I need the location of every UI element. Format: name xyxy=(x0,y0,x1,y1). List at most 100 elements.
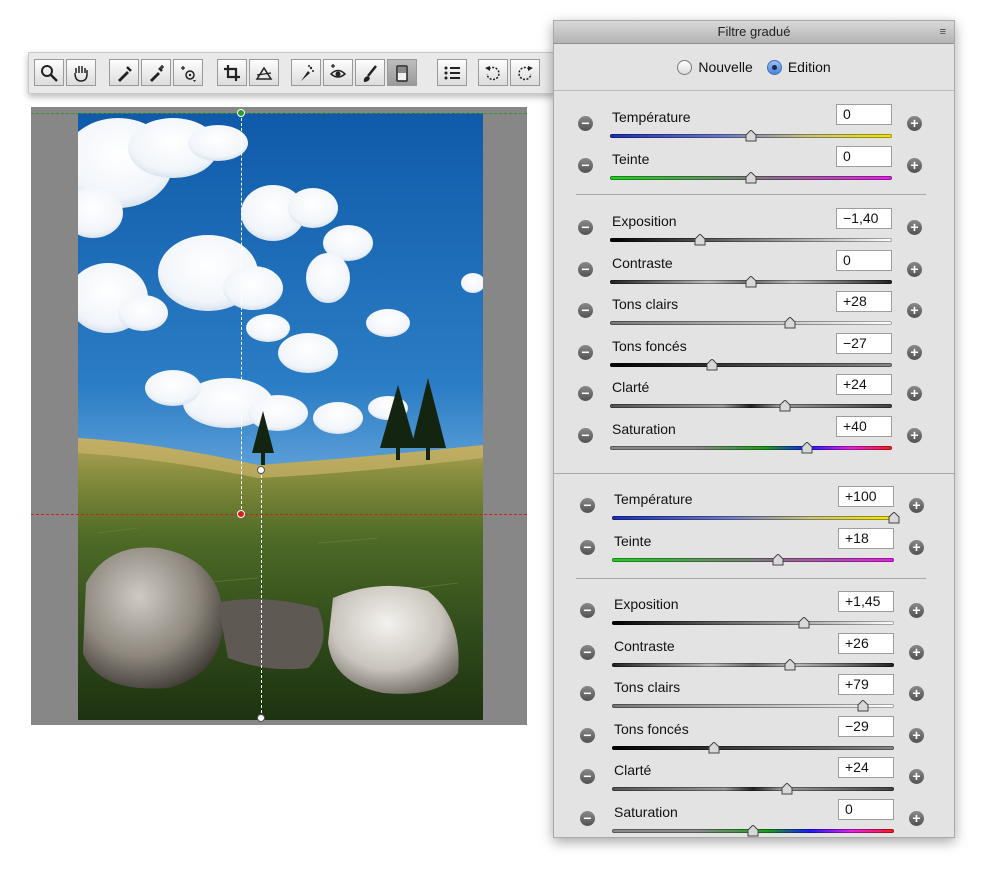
zoom-button[interactable] xyxy=(34,59,64,86)
increase-button[interactable]: + xyxy=(909,769,924,784)
filter-end-line[interactable] xyxy=(31,514,527,515)
mode-edit-option[interactable]: Edition xyxy=(766,59,831,75)
increase-button[interactable]: + xyxy=(907,220,922,235)
increase-button[interactable]: + xyxy=(907,303,922,318)
decrease-button[interactable]: − xyxy=(580,603,595,618)
slider-value-input[interactable]: −27 xyxy=(836,332,892,354)
filter-start-line[interactable] xyxy=(31,113,527,114)
slider-thumb[interactable] xyxy=(801,441,813,454)
slider-value-input[interactable]: +1,45 xyxy=(838,591,894,612)
photo-preview[interactable] xyxy=(78,113,483,720)
slider-thumb[interactable] xyxy=(798,617,810,629)
red-eye-button[interactable] xyxy=(323,59,353,86)
radio-new[interactable] xyxy=(677,59,693,75)
decrease-button[interactable]: − xyxy=(578,220,593,235)
decrease-button[interactable]: − xyxy=(580,769,595,784)
adjustment-brush-button[interactable] xyxy=(355,59,385,86)
white-balance-button[interactable] xyxy=(109,59,139,86)
decrease-button[interactable]: − xyxy=(580,686,595,701)
graduated-filter-button[interactable] xyxy=(387,59,417,86)
slider-thumb[interactable] xyxy=(745,275,757,288)
spot-removal-button[interactable] xyxy=(291,59,321,86)
slider-value-input[interactable]: +24 xyxy=(838,757,894,778)
slider-thumb[interactable] xyxy=(706,358,718,371)
decrease-button[interactable]: − xyxy=(578,157,593,173)
slider-track[interactable] xyxy=(610,362,892,367)
slider-value-input[interactable]: −1,40 xyxy=(836,208,892,229)
slider-thumb[interactable] xyxy=(694,234,706,246)
slider-value-input[interactable]: +79 xyxy=(838,674,894,695)
increase-button[interactable]: + xyxy=(907,427,922,443)
increase-button[interactable]: + xyxy=(909,644,924,660)
decrease-button[interactable]: − xyxy=(580,810,595,826)
decrease-button[interactable]: − xyxy=(578,427,593,443)
slider-value-input[interactable]: 0 xyxy=(838,798,894,820)
filter-rotation-handle-bottom[interactable] xyxy=(257,714,265,722)
radio-edit[interactable] xyxy=(766,59,782,75)
increase-button[interactable]: + xyxy=(907,344,922,360)
increase-button[interactable]: + xyxy=(907,386,922,401)
slider-thumb[interactable] xyxy=(784,317,796,329)
decrease-button[interactable]: − xyxy=(578,303,593,318)
filter-end-handle[interactable] xyxy=(237,510,245,518)
slider-thumb[interactable] xyxy=(781,783,793,795)
slider-thumb[interactable] xyxy=(888,512,900,524)
slider-thumb[interactable] xyxy=(708,741,720,754)
decrease-button[interactable]: − xyxy=(578,386,593,401)
color-sampler-button[interactable] xyxy=(141,59,171,86)
increase-button[interactable]: + xyxy=(907,261,922,277)
slider-value-input[interactable]: 0 xyxy=(836,145,892,167)
rotate-left-button[interactable] xyxy=(478,59,508,86)
decrease-button[interactable]: − xyxy=(580,498,595,513)
increase-button[interactable]: + xyxy=(907,157,922,173)
slider-track[interactable] xyxy=(612,516,894,520)
slider-value-input[interactable]: +28 xyxy=(836,291,892,312)
targeted-adjustment-button[interactable] xyxy=(173,59,203,86)
slider-value-input[interactable]: +18 xyxy=(838,528,894,549)
slider-track[interactable] xyxy=(610,321,892,325)
slider-value-input[interactable]: −29 xyxy=(838,715,894,737)
decrease-button[interactable]: − xyxy=(578,261,593,277)
increase-button[interactable]: + xyxy=(907,116,922,131)
slider-value-input[interactable]: +40 xyxy=(836,415,892,437)
decrease-button[interactable]: − xyxy=(580,644,595,660)
slider-track[interactable] xyxy=(612,558,894,562)
slider-value-input[interactable]: +100 xyxy=(838,486,894,507)
panel-menu-icon[interactable]: ≡ xyxy=(940,21,946,43)
decrease-button[interactable]: − xyxy=(580,727,595,743)
preferences-button[interactable] xyxy=(437,59,467,86)
increase-button[interactable]: + xyxy=(909,810,924,826)
slider-track[interactable] xyxy=(612,621,894,625)
slider-value-input[interactable]: +26 xyxy=(838,632,894,654)
slider-thumb[interactable] xyxy=(779,400,791,412)
slider-value-input[interactable]: 0 xyxy=(836,249,892,271)
slider-track[interactable] xyxy=(612,745,894,750)
slider-thumb[interactable] xyxy=(747,824,759,837)
slider-track[interactable] xyxy=(612,704,894,708)
filter-rotation-handle-top[interactable] xyxy=(257,466,265,474)
decrease-button[interactable]: − xyxy=(578,116,593,131)
slider-thumb[interactable] xyxy=(745,130,757,142)
slider-track[interactable] xyxy=(610,238,892,242)
slider-track[interactable] xyxy=(610,404,892,408)
slider-track[interactable] xyxy=(610,445,892,450)
crop-button[interactable] xyxy=(217,59,247,86)
slider-thumb[interactable] xyxy=(772,554,784,566)
filter-start-handle[interactable] xyxy=(237,109,245,117)
slider-thumb[interactable] xyxy=(784,658,796,671)
increase-button[interactable]: + xyxy=(909,540,924,555)
increase-button[interactable]: + xyxy=(909,603,924,618)
mode-new-option[interactable]: Nouvelle xyxy=(677,59,753,75)
slider-value-input[interactable]: +24 xyxy=(836,374,892,395)
increase-button[interactable]: + xyxy=(909,686,924,701)
decrease-button[interactable]: − xyxy=(580,540,595,555)
slider-thumb[interactable] xyxy=(857,700,869,712)
increase-button[interactable]: + xyxy=(909,498,924,513)
straighten-button[interactable] xyxy=(249,59,279,86)
slider-thumb[interactable] xyxy=(745,171,757,184)
increase-button[interactable]: + xyxy=(909,727,924,743)
rotate-right-button[interactable] xyxy=(510,59,540,86)
decrease-button[interactable]: − xyxy=(578,344,593,360)
slider-track[interactable] xyxy=(612,662,894,667)
slider-track[interactable] xyxy=(612,787,894,791)
